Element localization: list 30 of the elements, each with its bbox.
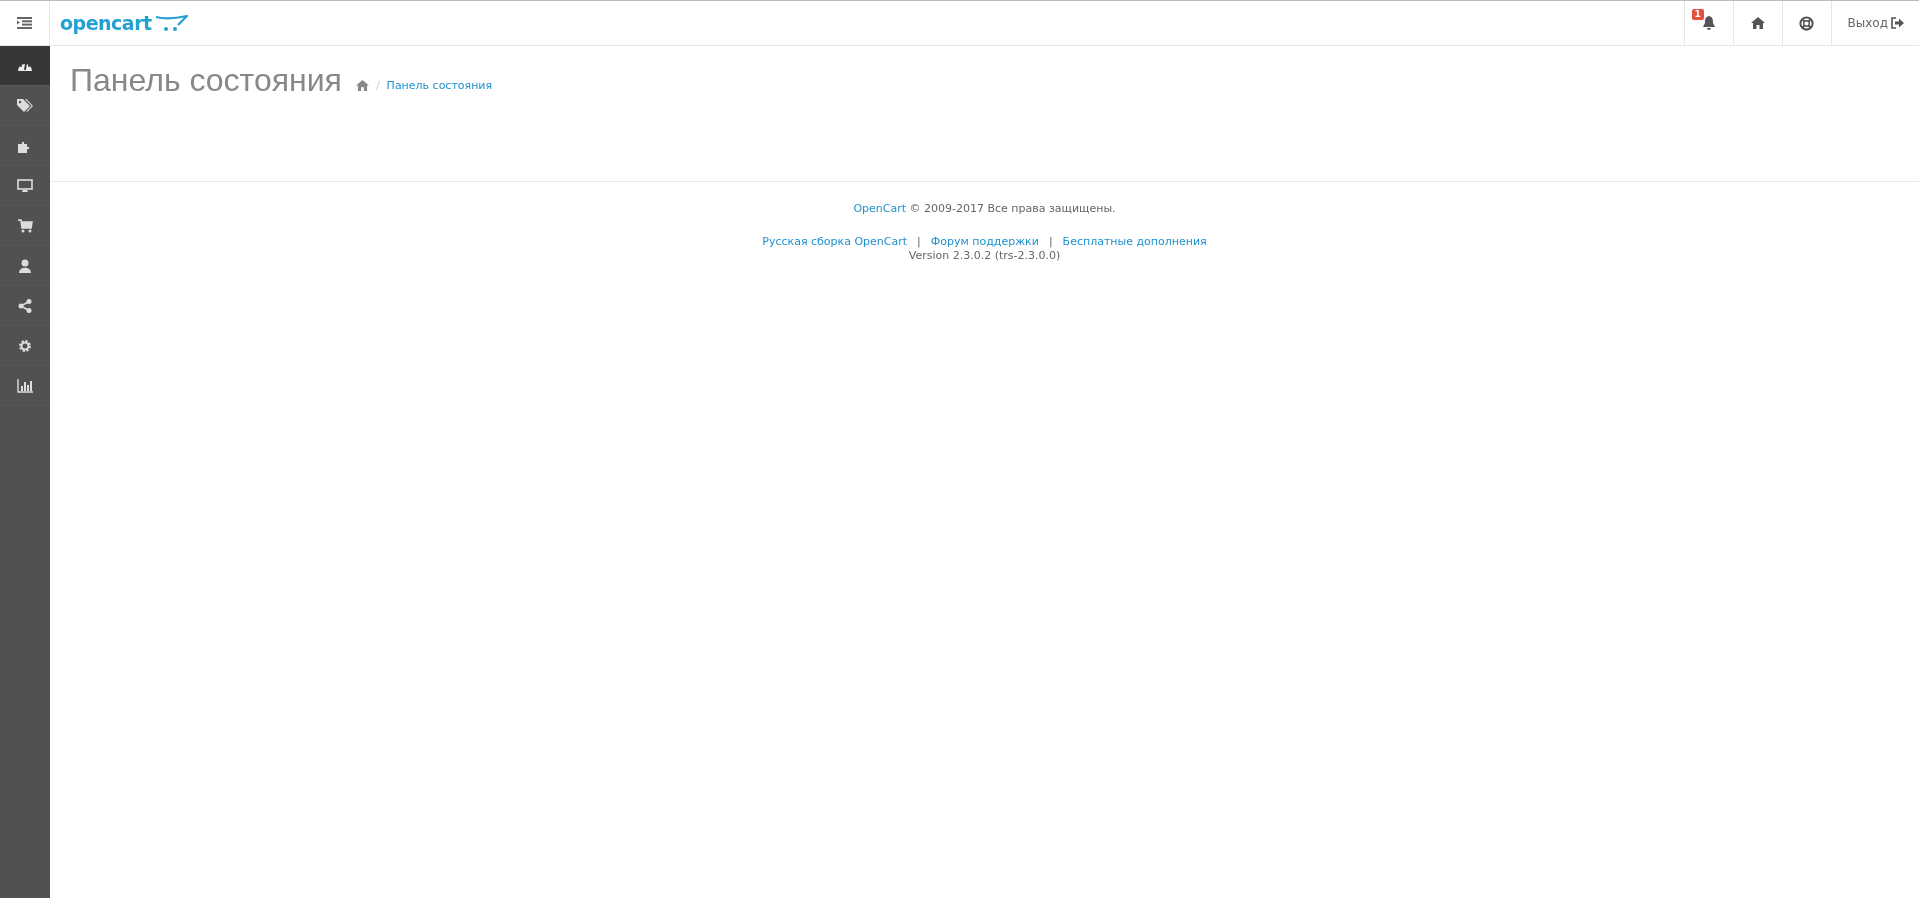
cart-logo-icon	[153, 14, 188, 32]
tags-icon	[17, 98, 33, 113]
home-icon[interactable]	[355, 80, 369, 91]
footer-link[interactable]: Русская сборка OpenCart	[762, 235, 908, 248]
version-text: Version 2.3.0.2 (trs-2.3.0.0)	[907, 249, 1062, 262]
breadcrumb-link[interactable]: Панель состояния	[386, 79, 493, 92]
page-title: Панель состояния	[70, 62, 342, 99]
lifebuoy-icon	[1799, 15, 1815, 31]
settings-icon	[18, 338, 32, 353]
logout-button[interactable]: Выход	[1830, 1, 1919, 45]
opencart-link[interactable]: OpenCart	[853, 202, 907, 215]
sidebar-item[interactable]	[0, 46, 50, 86]
sign-out-icon	[1891, 17, 1904, 29]
notifications-button[interactable]: 1	[1683, 1, 1733, 45]
share-icon	[18, 298, 32, 313]
cart-icon	[17, 218, 33, 233]
user-icon	[19, 258, 31, 273]
menu-icon	[17, 17, 32, 29]
copyright-text: OpenCart © 2009-2017 Все права защищены.	[852, 202, 1117, 215]
monitor-icon	[17, 178, 33, 193]
home-icon	[1750, 17, 1765, 29]
link-separator: |	[917, 235, 921, 248]
footer-link[interactable]: Форум поддержки	[930, 235, 1039, 248]
logo-link[interactable]: opencart	[50, 1, 188, 45]
breadcrumb-separator: /	[375, 79, 380, 92]
notification-badge: 1	[1691, 9, 1704, 20]
footer-link[interactable]: Бесплатные дополнения	[1062, 235, 1207, 248]
bell-icon	[1701, 15, 1716, 31]
bar-chart-icon	[17, 378, 33, 393]
link-separator: |	[1048, 235, 1053, 248]
